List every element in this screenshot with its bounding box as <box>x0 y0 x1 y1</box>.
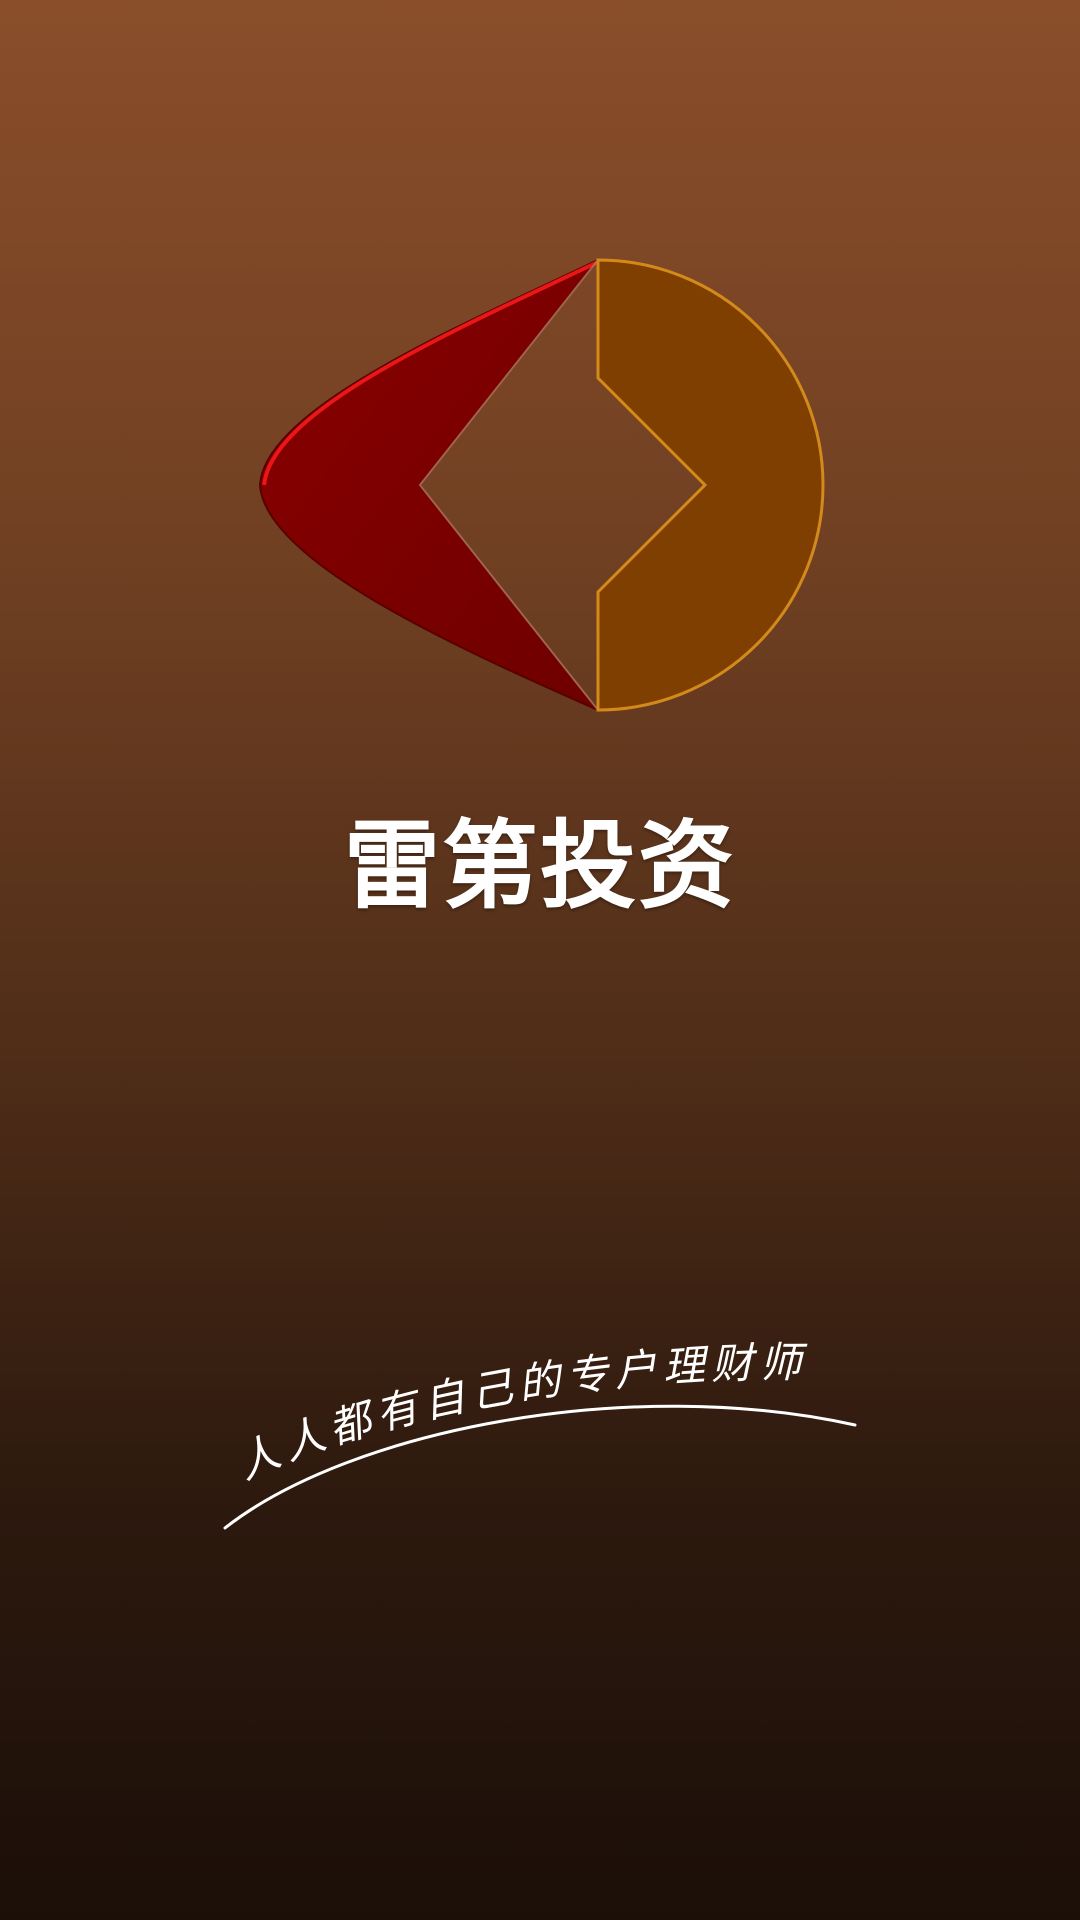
slogan: 人人都有自己的专户理财师 <box>210 1338 870 1540</box>
splash-screen: 雷第投资 人人都有自己的专户理财师 <box>0 0 1080 1920</box>
slogan-text: 人人都有自己的专户理财师 <box>229 1338 809 1489</box>
leidi-logo-icon <box>258 258 825 712</box>
logo-orange-half <box>596 258 825 712</box>
brand-title: 雷第投资 <box>344 810 736 922</box>
logo-red-wing <box>258 259 599 711</box>
